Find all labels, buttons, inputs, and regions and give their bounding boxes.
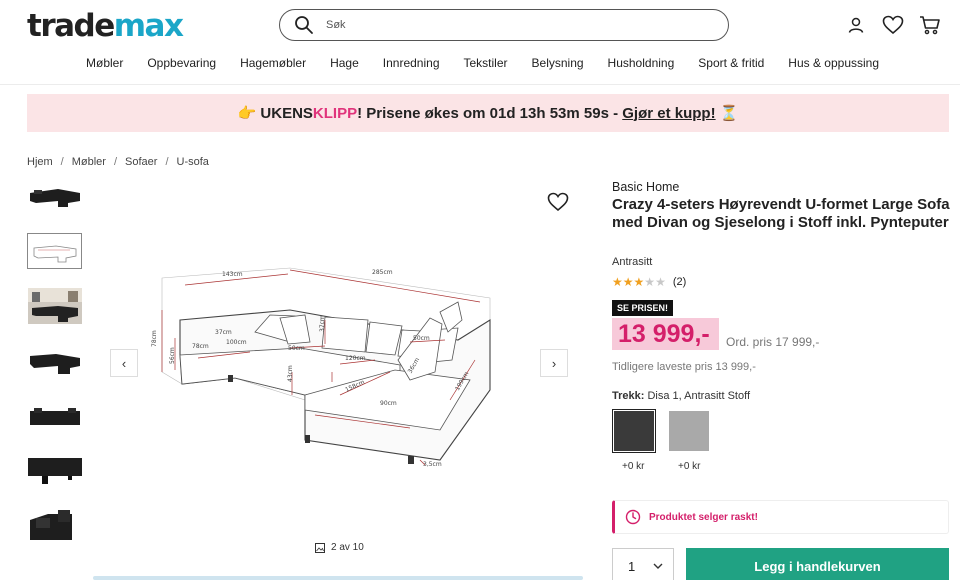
product-rating[interactable]: ★★★★★ (2) (612, 275, 686, 289)
hourglass-icon: ⏳ (719, 105, 739, 122)
ordinary-price: Ord. pris 17 999,- (726, 335, 820, 349)
dim-285: 285cm (372, 269, 393, 276)
breadcrumb-separator: / (60, 156, 64, 168)
gallery-counter-text: 2 av 10 (331, 542, 364, 553)
dim-3-5: 3,5cm (423, 461, 442, 468)
lowest-previous-price: Tidligere laveste pris 13 999,- (612, 361, 756, 373)
search-icon[interactable] (294, 15, 314, 35)
product-image-sofa-dimensions[interactable]: 143cm 285cm 78cm 78cm 100cm 56cm 37cm 37… (140, 260, 500, 475)
add-to-cart-button[interactable]: Legg i handlekurven (686, 548, 949, 580)
nav-item-oppbevaring[interactable]: Oppbevaring (147, 56, 216, 70)
wishlist-heart-icon[interactable] (881, 13, 905, 37)
breadcrumb-sofaer[interactable]: Sofaer (125, 156, 157, 168)
gallery-counter: 2 av 10 (315, 542, 364, 553)
nav-item-hus-oppussing[interactable]: Hus & oppussing (788, 56, 879, 70)
breadcrumb: Hjem / Møbler / Sofaer / U-sofa (27, 156, 209, 168)
cart-icon[interactable] (918, 13, 942, 37)
star-empty-icon: ★ (655, 275, 666, 289)
swatch-grey[interactable] (667, 409, 711, 453)
breadcrumb-hjem[interactable]: Hjem (27, 156, 53, 168)
product-price: 13 999,- (612, 318, 719, 350)
search-bar[interactable] (279, 9, 729, 41)
nav-item-mobler[interactable]: Møbler (86, 56, 123, 70)
dim-120: 120cm (345, 355, 366, 362)
banner-text-a: UKENS (260, 104, 313, 122)
breadcrumb-separator: / (165, 156, 169, 168)
swatch-price-2: +0 kr (678, 461, 701, 472)
thumbnail-5[interactable] (27, 398, 82, 434)
thumbnail-7[interactable] (27, 508, 82, 544)
banner-klipp: KLIPP (312, 104, 358, 122)
account-icon[interactable] (844, 13, 868, 37)
gallery-scrollbar[interactable] (93, 576, 583, 580)
thumbnail-6[interactable] (27, 453, 82, 489)
breadcrumb-u-sofa[interactable]: U-sofa (177, 156, 209, 168)
nav-item-tekstiler[interactable]: Tekstiler (464, 56, 508, 70)
dim-37-a: 37cm (215, 329, 232, 336)
dim-50-b: 50cm (413, 335, 430, 342)
swatch-antrasitt[interactable] (612, 409, 656, 453)
promo-banner[interactable]: 👉 UKENS KLIPP ! Prisene økes om 01d 13h … (27, 94, 949, 132)
nav-item-sport-fritid[interactable]: Sport & fritid (698, 56, 764, 70)
nav-item-belysning[interactable]: Belysning (532, 56, 584, 70)
pointing-hand-icon: 👉 (237, 105, 257, 122)
rating-stars: ★★★★★ (612, 275, 666, 289)
chevron-down-icon (653, 563, 663, 569)
star-filled-icon: ★ (622, 275, 634, 289)
product-brand[interactable]: Basic Home (612, 180, 679, 194)
cover-selection-label: Trekk: Disa 1, Antrasitt Stoff (612, 390, 750, 402)
dim-78-left: 78cm (151, 330, 158, 347)
nav-item-innredning[interactable]: Innredning (383, 56, 440, 70)
rating-count[interactable]: (2) (673, 276, 686, 288)
dim-50-a: 50cm (288, 345, 305, 352)
dim-37-b: 37cm (319, 315, 326, 332)
header-divider (0, 84, 960, 85)
gallery-prev-button[interactable]: ‹ (110, 349, 138, 377)
urgency-text: Produktet selger raskt! (649, 511, 758, 523)
thumbnail-3[interactable] (27, 288, 82, 324)
star-empty-icon: ★ (644, 275, 656, 289)
dim-100: 100cm (226, 339, 247, 346)
breadcrumb-mobler[interactable]: Møbler (72, 156, 106, 168)
nav-item-husholdning[interactable]: Husholdning (608, 56, 675, 70)
product-title: Crazy 4-seters Høyrevendt U-formet Large… (612, 196, 950, 231)
swatch-fill-dark (614, 411, 654, 451)
image-icon (315, 542, 325, 553)
gallery-next-button[interactable]: › (540, 349, 568, 377)
see-price-badge: SE PRISEN! (612, 300, 674, 316)
logo[interactable]: trademax (27, 8, 184, 44)
quantity-value: 1 (628, 558, 636, 574)
banner-deal-link[interactable]: Gjør et kupp! (622, 105, 715, 122)
nav-item-hagemobler[interactable]: Hagemøbler (240, 56, 306, 70)
quantity-select[interactable]: 1 (612, 548, 674, 580)
breadcrumb-separator: / (113, 156, 118, 168)
cover-label: Trekk: (612, 390, 645, 402)
product-color: Antrasitt (612, 256, 653, 268)
banner-text-b: ! Prisene økes om 01d 13h 53m 59s - (357, 104, 623, 122)
urgency-notice: Produktet selger raskt! (612, 500, 949, 534)
favorite-heart-icon[interactable] (546, 190, 570, 214)
dim-43: 43cm (287, 365, 294, 382)
search-input[interactable] (326, 19, 706, 31)
dim-143: 143cm (222, 271, 243, 278)
thumbnail-2-selected[interactable] (27, 233, 82, 269)
nav-item-hage[interactable]: Hage (330, 56, 359, 70)
swatch-fill-grey (669, 411, 709, 451)
star-filled-icon: ★ (633, 275, 645, 289)
clock-icon (625, 509, 641, 525)
thumbnail-1[interactable] (27, 178, 82, 214)
cover-value: Disa 1, Antrasitt Stoff (647, 390, 750, 402)
dim-56: 56cm (169, 347, 176, 364)
swatch-price-1: +0 kr (622, 461, 645, 472)
dim-78-seat: 78cm (192, 343, 209, 350)
thumbnail-4[interactable] (27, 343, 82, 379)
main-nav: Møbler Oppbevaring Hagemøbler Hage Innre… (86, 56, 903, 70)
dim-90: 90cm (380, 400, 397, 407)
star-filled-icon: ★ (612, 275, 623, 289)
